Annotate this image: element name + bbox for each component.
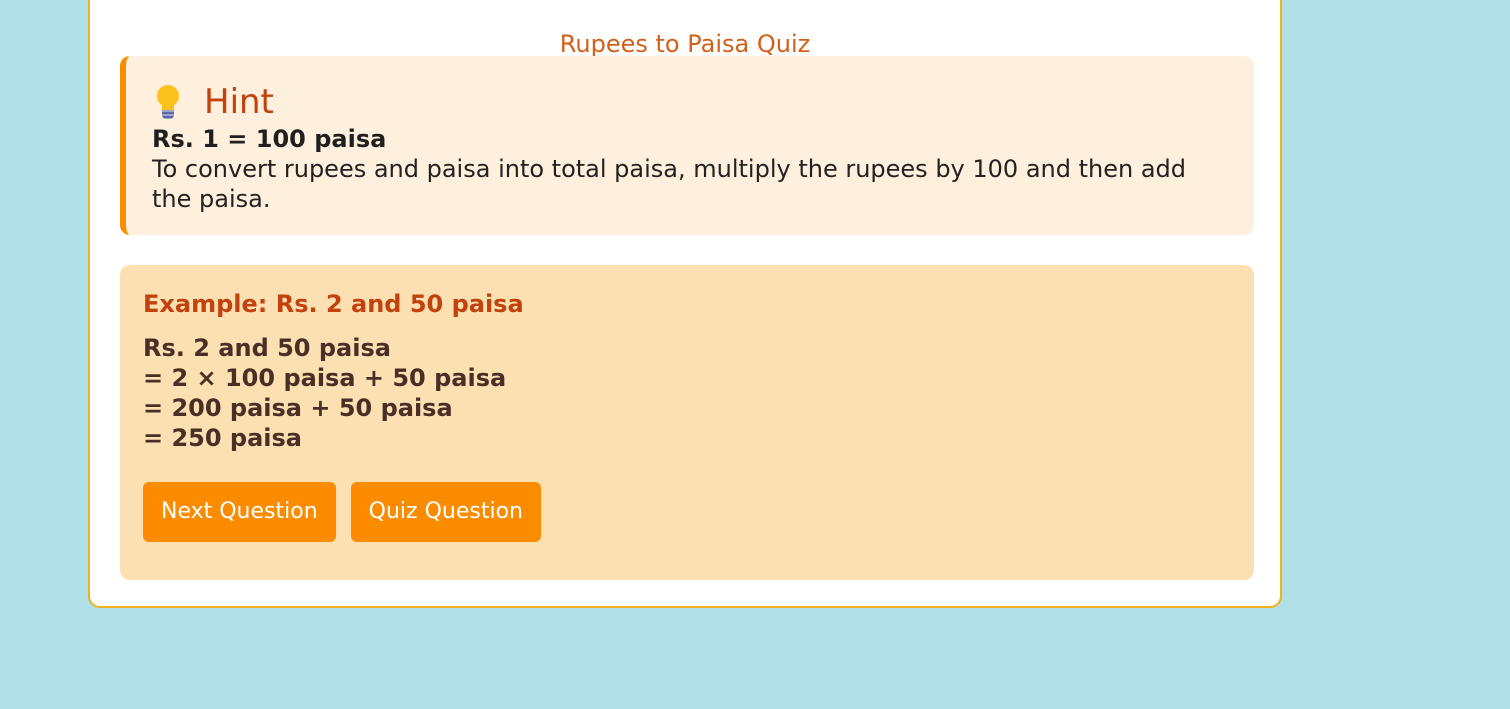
quiz-card: Rupees to Paisa Quiz Hint Rs. 1 = 100 pa…	[88, 0, 1282, 608]
example-step: = 2 × 100 paisa + 50 paisa	[143, 364, 507, 392]
hint-rule: Rs. 1 = 100 paisa	[152, 125, 387, 153]
hint-box: Hint Rs. 1 = 100 paisa To convert rupees…	[120, 56, 1254, 235]
example-box: Example: Rs. 2 and 50 paisa Rs. 2 and 50…	[120, 265, 1254, 580]
next-question-button[interactable]: Next Question	[143, 482, 336, 542]
example-result: = 250 paisa	[143, 424, 302, 452]
light-bulb-icon	[154, 83, 184, 121]
example-title: Example: Rs. 2 and 50 paisa	[143, 290, 524, 318]
quiz-question-button[interactable]: Quiz Question	[350, 482, 541, 542]
example-steps: Rs. 2 and 50 paisa = 2 × 100 paisa + 50 …	[143, 333, 506, 453]
hint-header: Hint	[154, 80, 274, 124]
example-step: = 200 paisa + 50 paisa	[143, 394, 453, 422]
example-step: Rs. 2 and 50 paisa	[143, 334, 391, 362]
hint-title: Hint	[204, 82, 274, 122]
action-buttons: Next Question Quiz Question	[143, 482, 556, 542]
hint-text: To convert rupees and paisa into total p…	[152, 155, 1187, 213]
